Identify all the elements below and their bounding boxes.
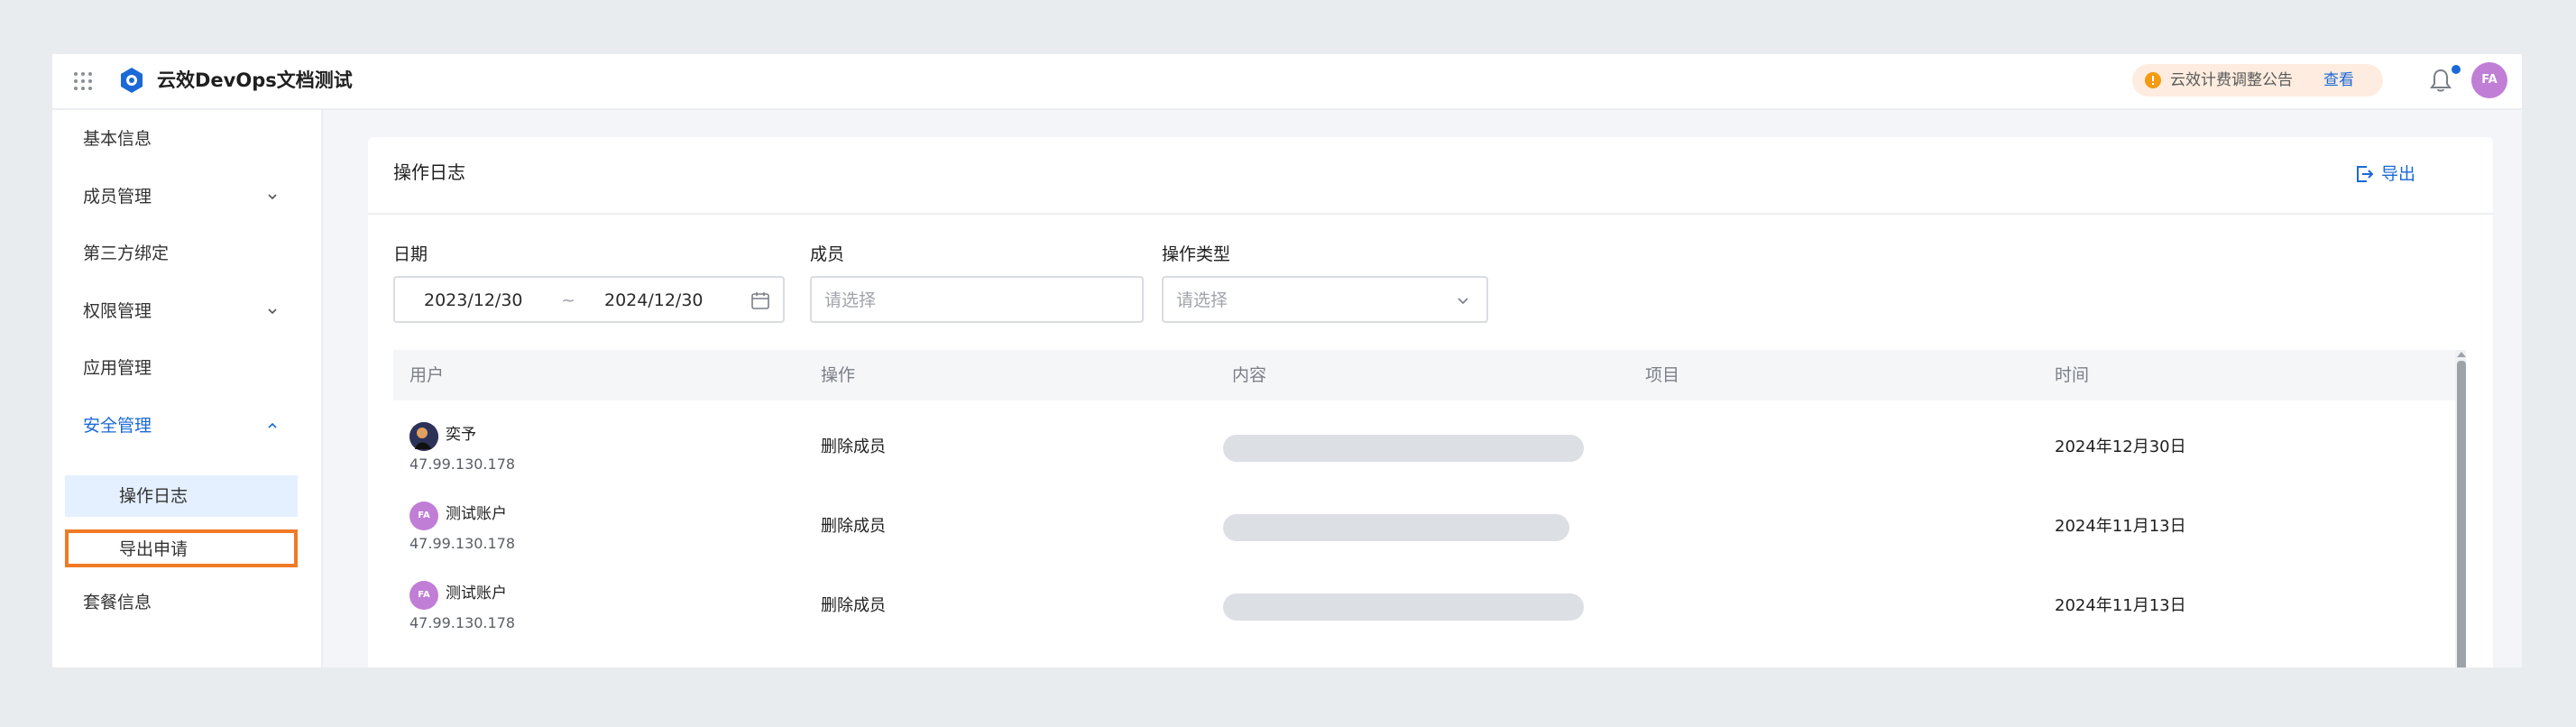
chevron-down-icon — [1458, 298, 1468, 305]
user-avatar[interactable]: FA — [2471, 62, 2507, 98]
member-select[interactable]: 请选择 — [810, 276, 1144, 323]
divider — [368, 213, 2493, 215]
sidebar-item-third-party-binding[interactable]: 第三方绑定 — [52, 230, 321, 275]
column-header-user: 用户 — [409, 365, 445, 385]
sidebar-item-label: 导出申请 — [119, 539, 189, 559]
chevron-up-icon — [268, 422, 277, 428]
redacted-content — [1223, 594, 1584, 621]
notice-view-link[interactable]: 查看 — [2323, 70, 2354, 90]
time-text: 2024年11月13日 — [2055, 596, 2186, 615]
export-icon — [2357, 166, 2374, 182]
column-header-action: 操作 — [821, 365, 856, 385]
date-start-value: 2023/12/30 — [424, 290, 523, 310]
avatar — [409, 422, 438, 451]
member-filter-label: 成员 — [810, 244, 845, 264]
date-range-separator: ~ — [561, 290, 575, 310]
sidebar-item-permission-management[interactable]: 权限管理 — [52, 288, 321, 333]
sidebar-item-export-request[interactable]: 导出申请 — [52, 526, 321, 571]
avatar: FA — [409, 581, 438, 610]
table-row: FA 测试账户 47.99.130.178 删除成员 2024年11月13日 — [393, 487, 2464, 566]
warning-icon — [2145, 72, 2161, 88]
operation-type-select[interactable]: 请选择 — [1162, 276, 1488, 323]
chevron-down-icon — [268, 194, 277, 200]
date-range-picker[interactable]: 2023/12/30 ~ 2024/12/30 — [393, 276, 785, 323]
sidebar-item-label: 应用管理 — [83, 358, 152, 378]
app-title: 云效DevOps文档测试 — [157, 69, 353, 91]
user-name: 测试账户 — [446, 505, 507, 523]
member-placeholder: 请选择 — [824, 290, 877, 310]
sidebar-item-label: 权限管理 — [83, 301, 152, 321]
top-bar: 云效DevOps文档测试 云效计费调整公告 查看 FA — [52, 54, 2522, 110]
date-end-value: 2024/12/30 — [604, 290, 704, 310]
user-photo-icon — [409, 422, 438, 451]
sidebar: 基本信息 成员管理 第三方绑定 权限管理 应用管理 安全管理 操作日志 导出申请… — [52, 110, 323, 667]
scroll-up-arrow-icon[interactable] — [2457, 352, 2466, 357]
column-header-project: 项目 — [1645, 365, 1680, 385]
user-ip: 47.99.130.178 — [409, 614, 516, 631]
user-name: 测试账户 — [446, 584, 507, 603]
yunxiao-logo-icon — [121, 68, 143, 93]
apps-grid-icon[interactable] — [72, 70, 94, 92]
table-row: FA 测试账户 47.99.130.178 删除成员 2024年11月13日 — [393, 566, 2464, 646]
user-name: 奕予 — [446, 426, 476, 444]
export-label: 导出 — [2381, 164, 2416, 184]
notice-banner[interactable]: 云效计费调整公告 查看 — [2132, 64, 2383, 97]
time-text: 2024年11月13日 — [2055, 517, 2186, 536]
date-filter-label: 日期 — [393, 244, 428, 264]
action-text: 删除成员 — [821, 517, 886, 536]
column-header-time: 时间 — [2055, 365, 2090, 385]
sidebar-item-app-management[interactable]: 应用管理 — [52, 345, 321, 390]
table-row: 奕予 47.99.130.178 删除成员 2024年12月30日 — [393, 408, 2464, 487]
chevron-down-icon — [268, 308, 277, 315]
operation-type-filter-label: 操作类型 — [1162, 244, 1231, 264]
sidebar-item-label: 套餐信息 — [83, 593, 152, 612]
action-text: 删除成员 — [821, 596, 886, 615]
sidebar-item-security-management[interactable]: 安全管理 — [52, 402, 321, 447]
sidebar-item-label: 成员管理 — [83, 187, 152, 207]
notice-text: 云效计费调整公告 — [2170, 71, 2293, 89]
time-text: 2024年12月30日 — [2055, 437, 2186, 456]
table-header: 用户 操作 内容 项目 时间 — [393, 350, 2464, 400]
sidebar-item-label: 基本信息 — [83, 129, 152, 149]
sidebar-item-plan-info[interactable]: 套餐信息 — [52, 579, 321, 624]
notification-dot — [2450, 63, 2462, 76]
redacted-content — [1223, 435, 1584, 462]
sidebar-item-basic-info[interactable]: 基本信息 — [52, 115, 321, 161]
operation-log-card: 操作日志 导出 日期 2023/12/30 ~ 2024/12/30 成员 请选… — [368, 137, 2493, 667]
sidebar-item-label: 操作日志 — [119, 486, 189, 506]
action-text: 删除成员 — [821, 437, 886, 456]
avatar: FA — [409, 502, 438, 530]
app-window: 云效DevOps文档测试 云效计费调整公告 查看 FA 基本信息 成员管理 第三… — [52, 54, 2522, 667]
sidebar-item-label: 第三方绑定 — [83, 244, 170, 263]
sidebar-item-operation-log[interactable]: 操作日志 — [65, 475, 298, 517]
sidebar-item-member-management[interactable]: 成员管理 — [52, 173, 321, 218]
page-title: 操作日志 — [393, 161, 465, 183]
user-ip: 47.99.130.178 — [409, 535, 516, 552]
calendar-icon — [751, 292, 769, 309]
table-scrollbar-thumb[interactable] — [2457, 361, 2466, 667]
column-header-content: 内容 — [1232, 365, 1267, 385]
redacted-content — [1223, 514, 1569, 541]
user-ip: 47.99.130.178 — [409, 456, 516, 473]
sidebar-item-label: 安全管理 — [83, 416, 152, 436]
operation-type-placeholder: 请选择 — [1176, 290, 1228, 310]
